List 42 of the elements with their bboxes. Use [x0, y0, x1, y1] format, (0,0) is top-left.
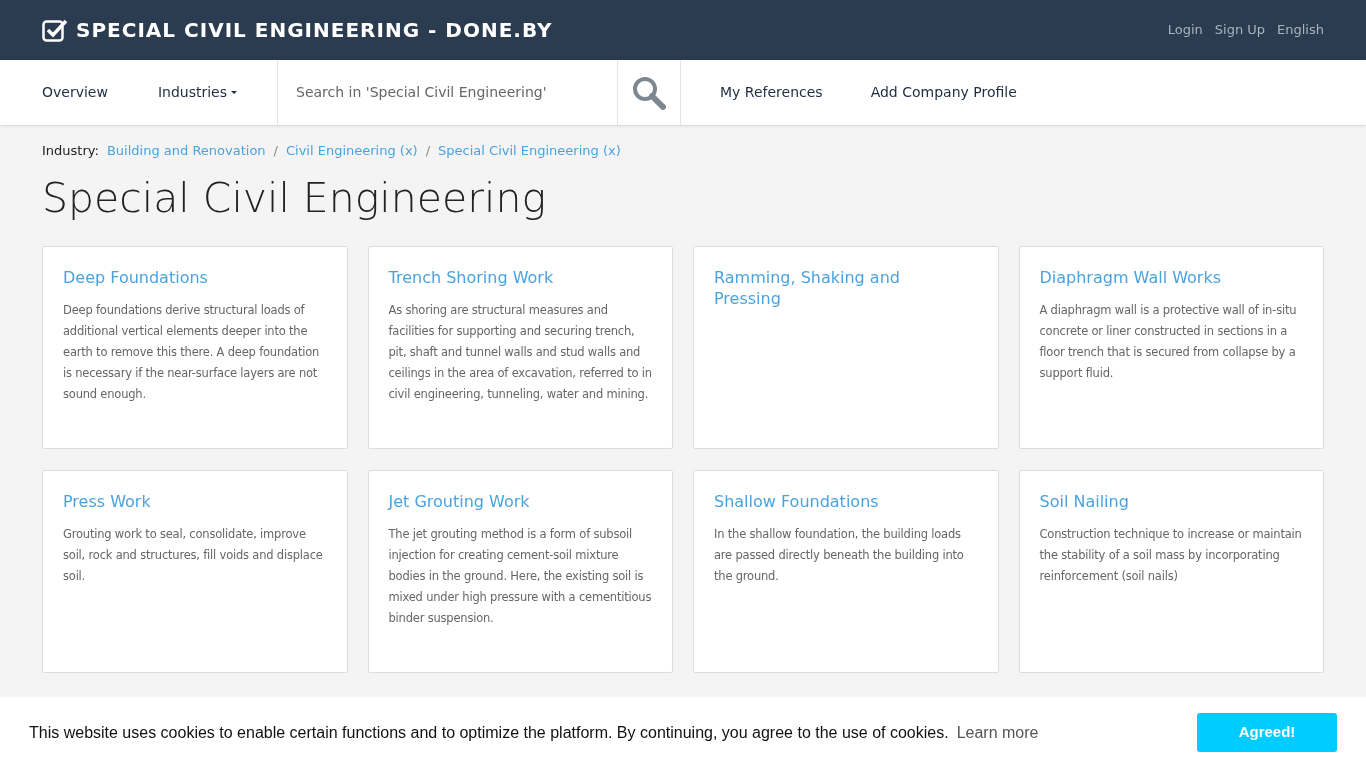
- nav-link[interactable]: Overview: [42, 82, 108, 103]
- card-title[interactable]: Shallow Foundations: [714, 490, 978, 512]
- category-card[interactable]: [367, 469, 673, 673]
- category-card[interactable]: Press Work Grouting work to seal, consolidate, improve soil, rock and structures, fill voids and displace soil.: [42, 469, 348, 673]
- card-description: A diaphragm wall is a protective wall of in-situ concrete or liner constructed in sections in a floor trench that is secured from collapse by a support fluid.: [1039, 301, 1298, 382]
- card-title[interactable]: Deep Foundations: [63, 266, 327, 288]
- site-logo[interactable]: SPECIAL CIVIL ENGINEERING - DONE.BY: [76, 15, 553, 45]
- category-card[interactable]: Diaphragm Wall Works A diaphragm wall is a protective wall of in-situ concrete or liner constructed in sections in a floor trench that is secured from collapse by a support fluid.: [1018, 245, 1324, 449]
- breadcrumb-label: Industry:: [42, 142, 99, 160]
- search-icon: [632, 75, 667, 110]
- card-description: In the shallow foundation, the building loads are passed directly beneath the building into the ground.: [714, 525, 965, 585]
- learn-more-link[interactable]: Learn more: [956, 720, 1039, 745]
- card-description: Grouting work to seal, consolidate, improve soil, rock and structures, fill voids and displace soil.: [63, 525, 324, 585]
- page-title: Special Civil Engineering: [42, 172, 547, 224]
- card-description: The jet grouting method is a form of subsoil injection for creating cement-soil mixture bodies in the ground. Here, the existing soil is mixed under high pressure with a cementitious binder suspension.: [388, 525, 652, 627]
- card-title[interactable]: Ramming, Shaking and Pressing: [714, 266, 978, 309]
- card-description: Construction technique to increase or maintain the stability of a soil mass by incorporating reinforcement (soil nails): [1039, 525, 1303, 585]
- category-card[interactable]: [42, 245, 348, 449]
- card-description: Deep foundations derive structural loads of additional vertical elements deeper into the earth to remove this there. A deep foundation is necessary if the near-surface layers are not sound enough.: [63, 301, 321, 403]
- checkbox-icon: [42, 18, 68, 42]
- category-card[interactable]: Shallow Foundations In the shallow foundation, the building loads are passed directly beneath the building into the ground.: [693, 469, 999, 673]
- cookie-message: This website uses cookies to enable certain functions and to optimize the platform. By continuing, you agree to the use of cookies.: [29, 722, 949, 743]
- nav-link[interactable]: My References: [720, 82, 823, 103]
- card-title[interactable]: Trench Shoring Work: [388, 266, 652, 288]
- search-field[interactable]: Search in 'Special Civil Engineering': [278, 60, 618, 125]
- header-link[interactable]: Sign Up: [1214, 20, 1266, 40]
- nav-link[interactable]: Add Company Profile: [870, 82, 1017, 103]
- header-link[interactable]: Login: [1167, 20, 1203, 40]
- breadcrumb-separator: /: [273, 142, 278, 160]
- card-description: As shoring are structural measures and facilities for supporting and securing trench, pit, shaft and tunnel walls and stud walls and ceilings in the area of excavation, referred to in civil engineering, tunneling, water and mining.: [388, 301, 652, 403]
- breadcrumb-separator: /: [425, 142, 431, 160]
- header-link[interactable]: English: [1277, 20, 1324, 40]
- card-title[interactable]: Soil Nailing: [1039, 490, 1303, 512]
- card-title[interactable]: Jet Grouting Work: [388, 490, 652, 512]
- search-button[interactable]: [617, 60, 682, 125]
- nav-dropdown[interactable]: Industries: [157, 82, 238, 103]
- category-card[interactable]: Ramming, Shaking and Pressing: [693, 245, 999, 449]
- card-title[interactable]: Diaphragm Wall Works: [1039, 266, 1303, 288]
- caret-icon: [231, 91, 238, 94]
- card-title[interactable]: Press Work: [63, 490, 327, 512]
- category-card[interactable]: [367, 245, 673, 449]
- category-card[interactable]: Soil Nailing Construction technique to increase or maintain the stability of a soil mass by incorporating reinforcement (soil nails): [1018, 469, 1324, 673]
